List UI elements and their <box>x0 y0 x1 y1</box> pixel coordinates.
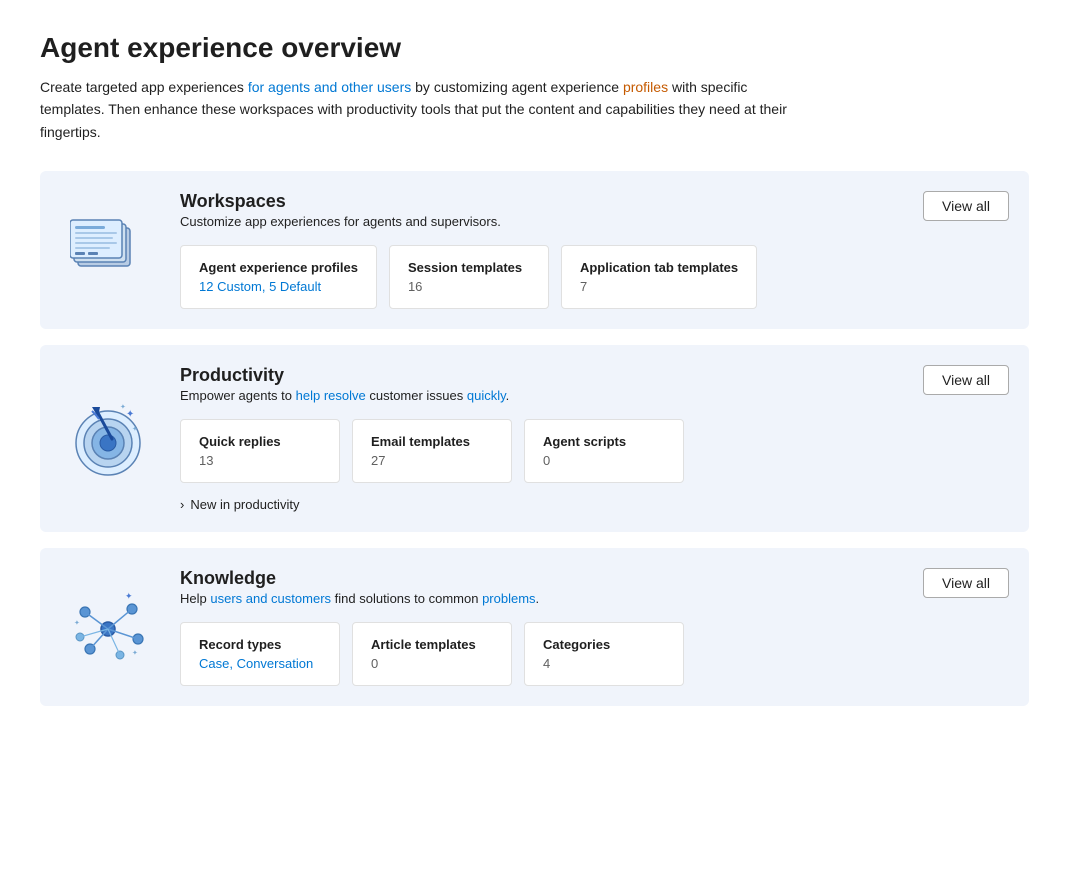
card-title-quick-replies: Quick replies <box>199 434 321 449</box>
svg-text:✦: ✦ <box>120 403 126 411</box>
workspaces-title: Workspaces <box>180 191 1009 212</box>
knowledge-body: Knowledge Help users and customers find … <box>180 568 1009 686</box>
productivity-icon: ✦ ✦ ✦ <box>60 399 160 479</box>
workspaces-view-all-button[interactable]: View all <box>923 191 1009 221</box>
workspaces-cards: Agent experience profiles 12 Custom, 5 D… <box>180 245 1009 309</box>
card-article-templates[interactable]: Article templates 0 <box>352 622 512 686</box>
card-quick-replies[interactable]: Quick replies 13 <box>180 419 340 483</box>
card-value-profiles: 12 Custom, 5 Default <box>199 279 358 294</box>
workspaces-icon <box>60 210 160 290</box>
new-in-productivity-label: New in productivity <box>190 497 299 512</box>
knowledge-section: ✦ ✦ ✦ Knowledge Help users and customers… <box>40 548 1029 706</box>
card-agent-experience-profiles[interactable]: Agent experience profiles 12 Custom, 5 D… <box>180 245 377 309</box>
card-agent-scripts[interactable]: Agent scripts 0 <box>524 419 684 483</box>
svg-text:✦: ✦ <box>125 591 133 601</box>
card-value-app-tab: 7 <box>580 279 738 294</box>
svg-text:✦: ✦ <box>132 649 138 657</box>
card-value-agent-scripts: 0 <box>543 453 665 468</box>
knowledge-link-problems: problems <box>482 591 535 606</box>
desc-link-for: for agents and other users <box>248 79 411 95</box>
card-title-article-templates: Article templates <box>371 637 493 652</box>
productivity-subtitle: Empower agents to help resolve customer … <box>180 388 1009 403</box>
card-value-record-types: Case, Conversation <box>199 656 321 671</box>
card-value-categories: 4 <box>543 656 665 671</box>
page-description: Create targeted app experiences for agen… <box>40 76 800 143</box>
chevron-right-icon: › <box>180 497 184 512</box>
card-value-quick-replies: 13 <box>199 453 321 468</box>
workspaces-subtitle: Customize app experiences for agents and… <box>180 214 1009 229</box>
page-title: Agent experience overview <box>40 32 1029 64</box>
productivity-title: Productivity <box>180 365 1009 386</box>
card-value-session: 16 <box>408 279 530 294</box>
card-value-article-templates: 0 <box>371 656 493 671</box>
card-session-templates[interactable]: Session templates 16 <box>389 245 549 309</box>
productivity-section: ✦ ✦ ✦ Productivity Empower agents to hel… <box>40 345 1029 532</box>
svg-text:✦: ✦ <box>126 409 134 420</box>
productivity-link-resolve: help resolve <box>296 388 366 403</box>
card-value-email-templates: 27 <box>371 453 493 468</box>
productivity-view-all-button[interactable]: View all <box>923 365 1009 395</box>
productivity-link-quickly: quickly <box>467 388 506 403</box>
desc-link-profiles: profiles <box>623 79 668 95</box>
workspaces-body: Workspaces Customize app experiences for… <box>180 191 1009 309</box>
knowledge-link-users: users and customers <box>210 591 331 606</box>
productivity-cards: Quick replies 13 Email templates 27 Agen… <box>180 419 1009 483</box>
knowledge-icon: ✦ ✦ ✦ <box>60 587 160 667</box>
card-categories[interactable]: Categories 4 <box>524 622 684 686</box>
workspaces-section: Workspaces Customize app experiences for… <box>40 171 1029 329</box>
svg-text:✦: ✦ <box>74 619 80 627</box>
new-in-productivity-link[interactable]: › New in productivity <box>180 497 1009 512</box>
card-title-record-types: Record types <box>199 637 321 652</box>
card-record-types[interactable]: Record types Case, Conversation <box>180 622 340 686</box>
knowledge-view-all-button[interactable]: View all <box>923 568 1009 598</box>
svg-text:✦: ✦ <box>132 425 138 433</box>
productivity-body: Productivity Empower agents to help reso… <box>180 365 1009 512</box>
card-title-profiles: Agent experience profiles <box>199 260 358 275</box>
knowledge-cards: Record types Case, Conversation Article … <box>180 622 1009 686</box>
card-email-templates[interactable]: Email templates 27 <box>352 419 512 483</box>
knowledge-subtitle: Help users and customers find solutions … <box>180 591 1009 606</box>
card-title-email-templates: Email templates <box>371 434 493 449</box>
page-container: Agent experience overview Create targete… <box>0 0 1069 892</box>
card-title-categories: Categories <box>543 637 665 652</box>
card-application-tab-templates[interactable]: Application tab templates 7 <box>561 245 757 309</box>
knowledge-title: Knowledge <box>180 568 1009 589</box>
card-title-agent-scripts: Agent scripts <box>543 434 665 449</box>
card-title-session: Session templates <box>408 260 530 275</box>
card-title-app-tab: Application tab templates <box>580 260 738 275</box>
